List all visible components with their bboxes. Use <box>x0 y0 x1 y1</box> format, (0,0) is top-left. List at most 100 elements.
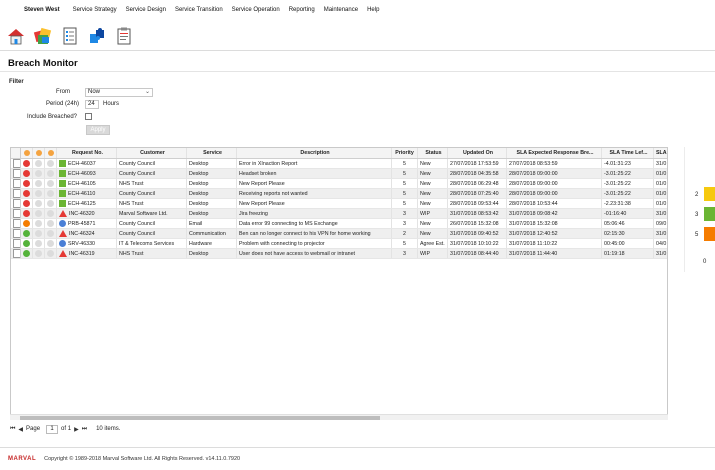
row-select-cell[interactable] <box>11 169 21 178</box>
row-select-checkbox[interactable] <box>13 179 20 188</box>
grid-body: Request No. Customer Service Description… <box>11 148 667 259</box>
checklist-icon[interactable] <box>60 26 80 46</box>
status1-header[interactable] <box>21 148 33 158</box>
filter-title: Filter <box>9 79 24 85</box>
first-page-icon[interactable]: ⏮ <box>10 426 15 433</box>
status-indicator-cell <box>21 239 33 248</box>
request-no-header[interactable]: Request No. <box>57 148 117 158</box>
request-number-link[interactable]: ECH-46093 <box>68 169 96 178</box>
description-header[interactable]: Description <box>237 148 392 158</box>
status-header[interactable]: Status <box>418 148 448 158</box>
prev-page-icon[interactable]: ◀ <box>18 426 23 433</box>
include-breached-checkbox[interactable] <box>85 113 92 120</box>
period-input[interactable]: 24 <box>85 100 99 109</box>
row-select-cell[interactable] <box>11 239 21 248</box>
puzzle-icon[interactable] <box>87 26 107 46</box>
table-row[interactable]: INC-46324 County Council Communication Ben … <box>11 229 667 239</box>
sla-extra-cell: 01/0 <box>654 179 667 188</box>
row-select-cell[interactable] <box>11 249 21 258</box>
table-row[interactable]: INC-46320 Marval Software Ltd. Desktop Jira… <box>11 209 667 219</box>
menu-reporting[interactable]: Reporting <box>289 7 315 13</box>
request-number-link[interactable]: ECH-46037 <box>68 159 96 168</box>
clipboard-icon[interactable] <box>114 26 134 46</box>
request-number-cell[interactable]: INC-46324 <box>57 229 117 238</box>
request-number-cell[interactable]: ECH-46105 <box>57 179 117 188</box>
row-select-checkbox[interactable] <box>13 219 20 228</box>
table-row[interactable]: ECH-46110 County Council Desktop Receiving … <box>11 189 667 199</box>
row-select-cell[interactable] <box>11 219 21 228</box>
service-header[interactable]: Service <box>187 148 237 158</box>
priority-header[interactable]: Priority <box>392 148 418 158</box>
request-number-link[interactable]: INC-46324 <box>69 229 95 238</box>
request-number-cell[interactable]: INC-46320 <box>57 209 117 218</box>
table-row[interactable]: ECH-46037 County Council Desktop Error in X… <box>11 159 667 169</box>
request-number-link[interactable]: ECH-46125 <box>68 199 96 208</box>
table-row[interactable]: PRB-45871 County Council Email Data error 9… <box>11 219 667 229</box>
row-select-checkbox[interactable] <box>13 169 20 178</box>
updated-on-header[interactable]: Updated On <box>448 148 507 158</box>
row-select-cell[interactable] <box>11 209 21 218</box>
row-select-checkbox[interactable] <box>13 189 20 198</box>
horizontal-scrollbar[interactable] <box>10 414 668 420</box>
request-number-link[interactable]: PRB-45871 <box>68 219 95 228</box>
grey-status-dot-icon <box>35 210 42 217</box>
sla-extra-header[interactable]: SLA E <box>654 148 667 158</box>
table-row[interactable]: SRV-46330 IT & Telecoms Services Hardware P… <box>11 239 667 249</box>
from-select[interactable]: Now ⌄ <box>85 88 153 97</box>
row-select-checkbox[interactable] <box>13 239 20 248</box>
request-number-link[interactable]: ECH-46105 <box>68 179 96 188</box>
page-number-input[interactable]: 1 <box>46 424 59 434</box>
sla-time-left-header[interactable]: SLA Time Lef... <box>602 148 654 158</box>
request-number-cell[interactable]: ECH-46110 <box>57 189 117 198</box>
sla-response-cell: 31/07/2018 12:40:52 <box>507 229 602 238</box>
request-number-cell[interactable]: SRV-46330 <box>57 239 117 248</box>
row-select-checkbox[interactable] <box>13 229 20 238</box>
request-number-cell[interactable]: ECH-46125 <box>57 199 117 208</box>
row-select-checkbox[interactable] <box>13 249 20 258</box>
row-select-cell[interactable] <box>11 199 21 208</box>
sla-response-header[interactable]: SLA Expected Response Bre... <box>507 148 602 158</box>
request-number-cell[interactable]: PRB-45871 <box>57 219 117 228</box>
row-select-cell[interactable] <box>11 179 21 188</box>
sla-time-left-cell: -4.01:31:23 <box>602 159 654 168</box>
next-page-icon[interactable]: ▶ <box>74 426 79 433</box>
row-select-cell[interactable] <box>11 229 21 238</box>
request-number-link[interactable]: ECH-46110 <box>68 189 95 198</box>
period-label: Period (24h) <box>45 101 79 107</box>
home-icon[interactable] <box>6 26 26 46</box>
colour-palette-icon[interactable] <box>33 26 53 46</box>
menu-service-transition[interactable]: Service Transition <box>175 7 223 13</box>
row-select-checkbox[interactable] <box>13 199 20 208</box>
user-menu[interactable]: Steven West <box>24 7 60 13</box>
grey-status-dot-icon <box>35 190 42 197</box>
row-select-checkbox[interactable] <box>13 209 20 218</box>
table-row[interactable]: ECH-46125 NHS Trust Desktop New Report Plea… <box>11 199 667 209</box>
menu-maintenance[interactable]: Maintenance <box>324 7 358 13</box>
request-number-cell[interactable]: ECH-46037 <box>57 159 117 168</box>
customer-header[interactable]: Customer <box>117 148 187 158</box>
scrollbar-thumb[interactable] <box>20 416 380 420</box>
priority-cell: 5 <box>392 179 418 188</box>
menu-service-design[interactable]: Service Design <box>126 7 166 13</box>
request-number-link[interactable]: SRV-46330 <box>68 239 95 248</box>
menu-service-operation[interactable]: Service Operation <box>232 7 280 13</box>
menu-service-strategy[interactable]: Service Strategy <box>73 7 117 13</box>
updated-on-cell: 31/07/2018 10:10:22 <box>448 239 507 248</box>
row-select-cell[interactable] <box>11 189 21 198</box>
apply-button[interactable]: Apply <box>86 125 110 135</box>
request-number-link[interactable]: INC-46320 <box>69 209 95 218</box>
request-number-cell[interactable]: ECH-46093 <box>57 169 117 178</box>
table-row[interactable]: INC-46319 NHS Trust Desktop User does not h… <box>11 249 667 259</box>
request-number-cell[interactable]: INC-46319 <box>57 249 117 258</box>
status3-header[interactable] <box>45 148 57 158</box>
menu-help[interactable]: Help <box>367 7 379 13</box>
sla-extra-cell: 04/0 <box>654 239 667 248</box>
row-select-checkbox[interactable] <box>13 159 20 168</box>
row-select-cell[interactable] <box>11 159 21 168</box>
last-page-icon[interactable]: ⏭ <box>82 426 87 433</box>
request-number-link[interactable]: INC-46319 <box>69 249 95 258</box>
status2-header[interactable] <box>33 148 45 158</box>
table-row[interactable]: ECH-46105 NHS Trust Desktop New Report Plea… <box>11 179 667 189</box>
page-count: of 1 <box>61 426 72 432</box>
table-row[interactable]: ECH-46093 County Council Desktop Headset br… <box>11 169 667 179</box>
